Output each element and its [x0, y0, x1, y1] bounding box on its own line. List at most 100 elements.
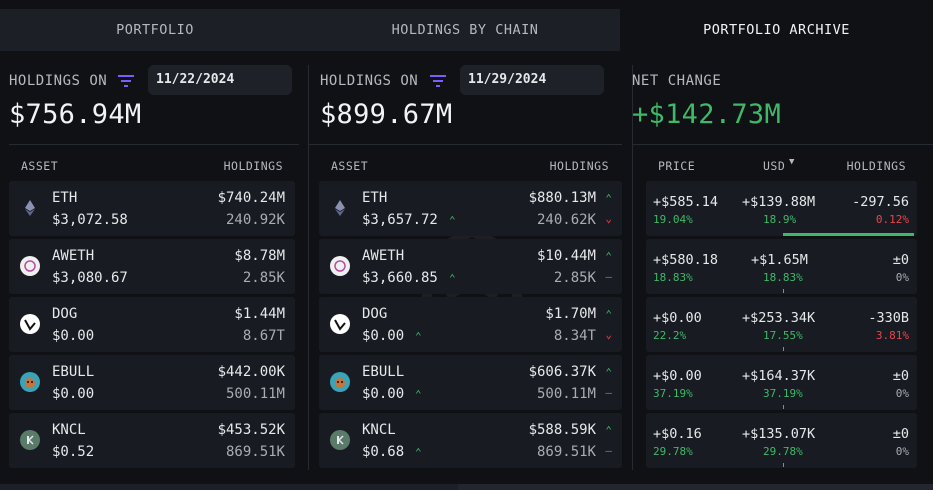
usd-up-icon: ⌃ [605, 308, 612, 321]
net-change-value: +$142.73M [632, 99, 781, 130]
usd-share-bar [783, 405, 784, 409]
filter-icon[interactable] [430, 74, 446, 88]
usd-change-pct: 37.19% [763, 387, 803, 400]
amount-flat-icon: — [605, 270, 612, 283]
table-row[interactable]: EBULL $0.00 $442.00K 500.11M [9, 355, 295, 410]
price-up-icon: ⌃ [415, 388, 422, 401]
usd-change: +$164.37K [742, 368, 816, 384]
holding-usd: $1.44M [234, 306, 285, 322]
table-row[interactable]: KNCL $0.52 $453.52K 869.51K [9, 413, 295, 468]
end-total-value: $899.67M [320, 99, 453, 130]
divider [632, 144, 933, 145]
sort-desc-icon[interactable]: ▼ [789, 157, 795, 167]
holding-usd: $606.37K [528, 364, 596, 380]
usd-change-pct: 17.55% [763, 329, 803, 342]
eth-icon [20, 198, 40, 218]
holding-amount: 2.85K [242, 270, 285, 286]
price-change: +$0.16 [653, 426, 702, 442]
asset-price: $0.00 [52, 328, 95, 344]
holding-amount: 869.51K [536, 444, 596, 460]
holdings-column-header: HOLDINGS [549, 159, 609, 173]
tab-portfolio[interactable]: PORTFOLIO [0, 9, 310, 51]
start-date-input[interactable]: 11/22/2024 [148, 65, 292, 95]
ebull-icon [330, 372, 350, 392]
amount-down-icon: ⌄ [605, 212, 612, 225]
price-up-icon: ⌃ [415, 330, 422, 343]
price-column-header: PRICE [658, 159, 696, 173]
aweth-icon [20, 256, 40, 276]
asset-column-header: ASSET [331, 159, 369, 173]
holding-usd: $442.00K [217, 364, 285, 380]
table-row[interactable]: +$585.14 19.04% +$139.88M 18.9% -297.56 … [646, 181, 917, 236]
holdings-change-pct: 3.81% [875, 329, 909, 342]
aweth-icon [330, 256, 350, 276]
end-date-input[interactable]: 11/29/2024 [460, 65, 604, 95]
holdings-on-label: HOLDINGS ON [320, 73, 419, 89]
holdings-change: ±0 [892, 426, 909, 442]
kncl-icon [20, 430, 40, 450]
usd-column-header[interactable]: USD [763, 159, 785, 173]
usd-change-pct: 18.9% [763, 213, 797, 226]
asset-price: $3,660.85 [362, 270, 438, 286]
holdings-column-header: HOLDINGS [846, 159, 906, 173]
price-up-icon: ⌃ [449, 214, 456, 227]
holding-usd: $1.70M [545, 306, 596, 322]
table-row[interactable]: DOG $0.00 $1.44M 8.67T [9, 297, 295, 352]
holding-amount: 2.85K [553, 270, 596, 286]
usd-change-pct: 29.78% [763, 445, 803, 458]
usd-share-bar [783, 463, 784, 467]
asset-price: $0.52 [52, 444, 95, 460]
asset-price: $0.00 [362, 328, 405, 344]
asset-name: KNCL [362, 422, 396, 438]
asset-name: AWETH [362, 248, 405, 264]
holding-usd: $740.24M [217, 190, 285, 206]
usd-share-bar [783, 347, 784, 351]
table-row[interactable]: +$0.00 22.2% +$253.34K 17.55% -330B 3.81… [646, 297, 917, 352]
asset-name: EBULL [52, 364, 95, 380]
tab-portfolio-archive[interactable]: PORTFOLIO ARCHIVE [620, 9, 933, 51]
asset-price: $3,080.67 [52, 270, 128, 286]
table-row[interactable]: DOG $0.00 ⌃ $1.70M ⌃ 8.34T ⌄ [319, 297, 622, 352]
asset-name: AWETH [52, 248, 95, 264]
holdings-change-pct: 0% [895, 387, 909, 400]
holdings-column-header: HOLDINGS [223, 159, 283, 173]
table-row[interactable]: AWETH $3,080.67 $8.78M 2.85K [9, 239, 295, 294]
usd-share-bar [783, 233, 914, 236]
holding-usd: $10.44M [536, 248, 596, 264]
holdings-change-pct: 0% [895, 271, 909, 284]
usd-change: +$1.65M [751, 252, 808, 268]
usd-change: +$135.07K [742, 426, 816, 442]
price-change-pct: 19.04% [653, 213, 693, 226]
dog-icon [330, 314, 350, 334]
asset-name: EBULL [362, 364, 405, 380]
holding-amount: 240.92K [225, 212, 285, 228]
usd-up-icon: ⌃ [605, 192, 612, 205]
asset-price: $3,072.58 [52, 212, 128, 228]
asset-name: DOG [362, 306, 388, 322]
tab-holdings-by-chain[interactable]: HOLDINGS BY CHAIN [310, 9, 620, 51]
dog-icon [20, 314, 40, 334]
table-row[interactable]: EBULL $0.00 ⌃ $606.37K ⌃ 500.11M — [319, 355, 622, 410]
table-row[interactable]: +$0.16 29.78% +$135.07K 29.78% ±0 0% [646, 413, 917, 468]
price-change: +$585.14 [653, 194, 719, 210]
price-change-pct: 18.83% [653, 271, 693, 284]
holding-usd: $880.13M [528, 190, 596, 206]
table-row[interactable]: +$580.18 18.83% +$1.65M 18.83% ±0 0% [646, 239, 917, 294]
table-row[interactable]: ETH $3,657.72 ⌃ $880.13M ⌃ 240.62K ⌄ [319, 181, 622, 236]
table-row[interactable]: AWETH $3,660.85 ⌃ $10.44M ⌃ 2.85K — [319, 239, 622, 294]
ebull-icon [20, 372, 40, 392]
asset-name: ETH [362, 190, 388, 206]
table-row[interactable]: KNCL $0.68 ⌃ $588.59K ⌃ 869.51K — [319, 413, 622, 468]
price-change: +$0.00 [653, 310, 702, 326]
filter-icon[interactable] [118, 74, 134, 88]
price-change-pct: 37.19% [653, 387, 693, 400]
divider [308, 65, 309, 470]
asset-column-header: ASSET [21, 159, 59, 173]
price-change-pct: 22.2% [653, 329, 687, 342]
usd-change: +$253.34K [742, 310, 816, 326]
holdings-on-label: HOLDINGS ON [9, 73, 108, 89]
table-row[interactable]: +$0.00 37.19% +$164.37K 37.19% ±0 0% [646, 355, 917, 410]
price-change-pct: 29.78% [653, 445, 693, 458]
holding-amount: 869.51K [225, 444, 285, 460]
table-row[interactable]: ETH $3,072.58 $740.24M 240.92K [9, 181, 295, 236]
